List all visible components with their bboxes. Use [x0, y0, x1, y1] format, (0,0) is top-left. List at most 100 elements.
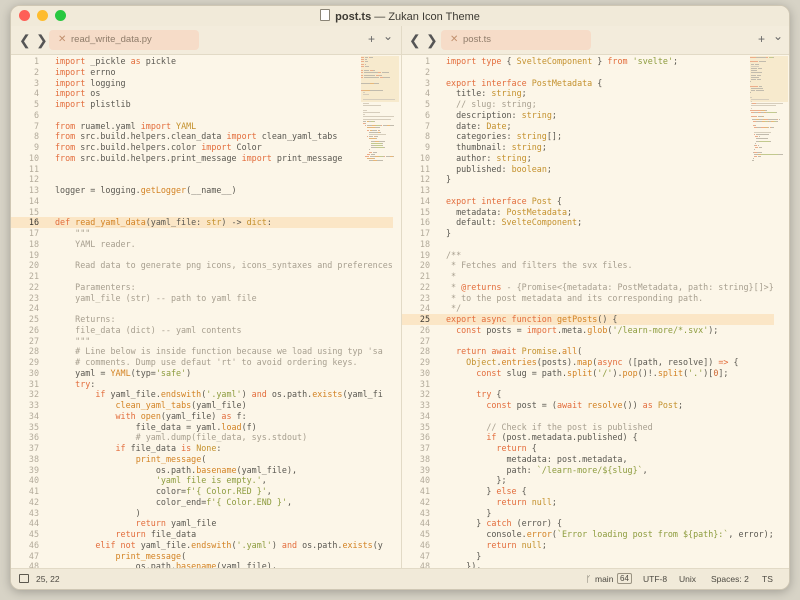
line-number[interactable]: 23 [11, 293, 55, 304]
line-number[interactable]: 22 [11, 282, 55, 293]
line-number[interactable]: 7 [11, 121, 55, 132]
line-number[interactable]: 35 [11, 422, 55, 433]
code-line[interactable]: 9 thumbnail: string; [402, 142, 774, 153]
line-number[interactable]: 36 [11, 432, 55, 443]
line-number[interactable]: 33 [11, 400, 55, 411]
line-number[interactable]: 3 [11, 78, 55, 89]
code-line[interactable]: 44 return yaml_file [11, 518, 393, 529]
code-line[interactable]: 34 with open(yaml_file) as f: [11, 411, 393, 422]
code-line[interactable]: 25 export async function getPosts() { [402, 314, 774, 325]
line-number[interactable]: 21 [402, 271, 446, 282]
syntax-mode[interactable]: TS [762, 574, 773, 584]
line-number[interactable]: 29 [402, 357, 446, 368]
tab-read-write-data[interactable]: ✕ read_write_data.py [49, 30, 199, 50]
line-number[interactable]: 12 [11, 174, 55, 185]
close-tab-icon[interactable]: ✕ [450, 30, 458, 50]
code-view[interactable]: 1 import _pickle as pickle 2 import errno 3 i… [11, 56, 393, 569]
line-number[interactable]: 41 [11, 486, 55, 497]
line-number[interactable]: 17 [11, 228, 55, 239]
code-line[interactable]: 35 file_data = yaml.load(f) [11, 422, 393, 433]
line-number[interactable]: 42 [11, 497, 55, 508]
code-line[interactable]: 5 import plistlib [11, 99, 393, 110]
line-number[interactable]: 8 [11, 131, 55, 142]
line-number[interactable]: 41 [402, 486, 446, 497]
code-line[interactable]: 36 # yaml.dump(file_data, sys.stdout) [11, 432, 393, 443]
line-number[interactable]: 20 [402, 260, 446, 271]
code-line[interactable]: 18 YAML reader. [11, 239, 393, 250]
code-line[interactable]: 16 def read_yaml_data(yaml_file: str) -> … [11, 217, 393, 228]
line-number[interactable]: 31 [402, 379, 446, 390]
line-number[interactable]: 40 [402, 475, 446, 486]
line-number[interactable]: 24 [402, 303, 446, 314]
code-line[interactable]: 10 from src.build.helpers.print_message i… [11, 153, 393, 164]
code-line[interactable]: 43 ) [11, 508, 393, 519]
line-number[interactable]: 46 [11, 540, 55, 551]
code-line[interactable]: 41 color=f'{ Color.RED }', [11, 486, 393, 497]
code-line[interactable]: 37 if file_data is None: [11, 443, 393, 454]
line-number[interactable]: 28 [11, 346, 55, 357]
code-line[interactable]: 38 metadata: post.metadata, [402, 454, 774, 465]
panel-toggle-icon[interactable] [19, 574, 29, 584]
code-line[interactable]: 2 [402, 67, 774, 78]
line-number[interactable]: 31 [11, 379, 55, 390]
code-line[interactable]: 1 import type { SvelteComponent } from 's… [402, 56, 774, 67]
line-number[interactable]: 18 [402, 239, 446, 250]
line-number[interactable]: 19 [11, 250, 55, 261]
git-branch[interactable]: main [595, 574, 613, 584]
code-line[interactable]: 27 [402, 336, 774, 347]
code-line[interactable]: 21 * [402, 271, 774, 282]
code-line[interactable]: 45 return file_data [11, 529, 393, 540]
line-number[interactable]: 38 [402, 454, 446, 465]
line-number[interactable]: 4 [402, 88, 446, 99]
forward-icon[interactable]: ❯ [36, 32, 48, 49]
minimap[interactable] [750, 56, 788, 176]
code-line[interactable]: 3 import logging [11, 78, 393, 89]
code-line[interactable]: 41 } else { [402, 486, 774, 497]
line-number[interactable]: 25 [11, 314, 55, 325]
code-line[interactable]: 31 try: [11, 379, 393, 390]
line-number[interactable]: 30 [402, 368, 446, 379]
code-line[interactable]: 26 file_data (dict) -- yaml contents [11, 325, 393, 336]
tab-post-ts[interactable]: ✕ post.ts [441, 30, 591, 50]
line-number[interactable]: 35 [402, 422, 446, 433]
line-number[interactable]: 1 [11, 56, 55, 67]
code-line[interactable]: 17} [402, 228, 774, 239]
line-number[interactable]: 9 [402, 142, 446, 153]
line-number[interactable]: 10 [402, 153, 446, 164]
code-line[interactable]: 6 [11, 110, 393, 121]
code-line[interactable]: 32 if yaml_file.endswith('.yaml') and os… [11, 389, 393, 400]
line-number[interactable]: 32 [402, 389, 446, 400]
line-number[interactable]: 4 [11, 88, 55, 99]
close-tab-icon[interactable]: ✕ [58, 30, 66, 50]
line-number[interactable]: 13 [11, 185, 55, 196]
line-number[interactable]: 45 [11, 529, 55, 540]
forward-icon[interactable]: ❯ [426, 32, 438, 49]
code-view[interactable]: 1 import type { SvelteComponent } from 's… [402, 56, 774, 569]
code-line[interactable]: 34 [402, 411, 774, 422]
line-number[interactable]: 9 [11, 142, 55, 153]
code-line[interactable]: 45 console.error(`Error loading post fro… [402, 529, 774, 540]
line-number[interactable]: 11 [402, 164, 446, 175]
code-line[interactable]: 40 'yaml file is empty.', [11, 475, 393, 486]
code-line[interactable]: 31 [402, 379, 774, 390]
minimap[interactable] [361, 56, 399, 176]
line-number[interactable]: 47 [402, 551, 446, 562]
code-line[interactable]: 35 // Check if the post is published [402, 422, 774, 433]
line-number[interactable]: 18 [11, 239, 55, 250]
line-number[interactable]: 45 [402, 529, 446, 540]
code-line[interactable]: 29 # comments. Dump use defaut 'rt' to a… [11, 357, 393, 368]
line-number[interactable]: 2 [11, 67, 55, 78]
line-number[interactable]: 21 [11, 271, 55, 282]
line-number[interactable]: 36 [402, 432, 446, 443]
code-line[interactable]: 47 print_message( [11, 551, 393, 562]
line-number[interactable]: 14 [402, 196, 446, 207]
line-number[interactable]: 19 [402, 250, 446, 261]
code-line[interactable]: 13 logger = logging.getLogger(__name__) [11, 185, 393, 196]
add-tab-icon[interactable]: + [368, 32, 375, 46]
line-number[interactable]: 2 [402, 67, 446, 78]
code-line[interactable]: 38 print_message( [11, 454, 393, 465]
line-number[interactable]: 8 [402, 131, 446, 142]
line-number[interactable]: 42 [402, 497, 446, 508]
code-line[interactable]: 27 """ [11, 336, 393, 347]
code-line[interactable]: 14 export interface Post { [402, 196, 774, 207]
